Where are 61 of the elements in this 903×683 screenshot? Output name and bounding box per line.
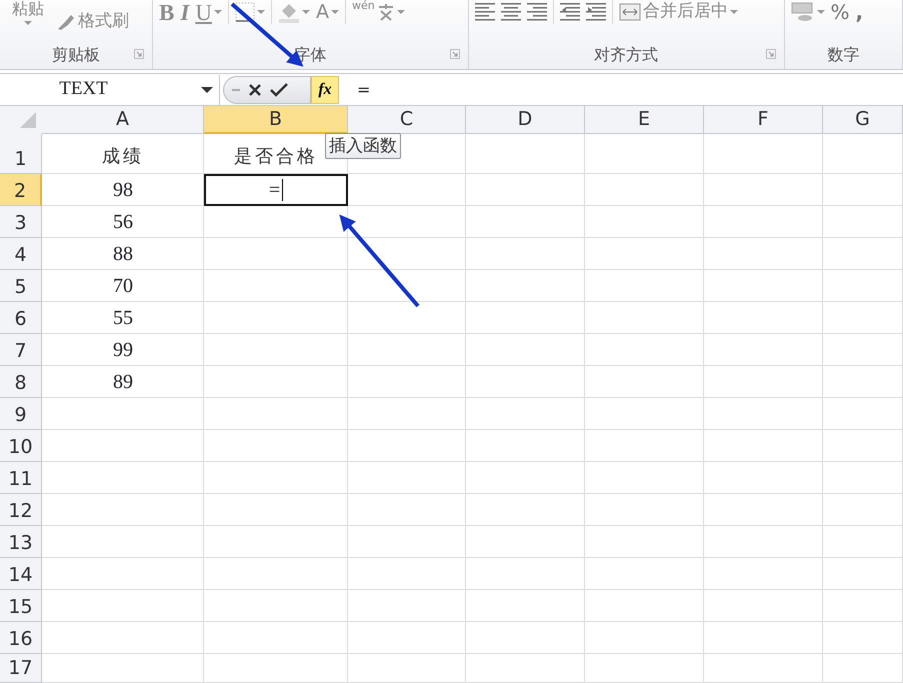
brush-icon: [56, 13, 76, 31]
percent-style-button[interactable]: %: [830, 0, 850, 24]
row-header[interactable]: 7: [0, 334, 42, 366]
row-header[interactable]: 8: [0, 366, 42, 398]
row-header[interactable]: 3: [0, 206, 42, 238]
row-header[interactable]: 5: [0, 270, 42, 302]
comma-style-button[interactable]: ,: [856, 0, 864, 24]
row-header[interactable]: 10: [0, 430, 42, 462]
insert-function-button[interactable]: fx: [311, 76, 339, 104]
tooltip: 插入函数: [325, 133, 401, 159]
name-box[interactable]: TEXT: [0, 74, 220, 104]
row-header[interactable]: 9: [0, 398, 42, 430]
column-header[interactable]: B: [204, 106, 348, 134]
row-header[interactable]: 17: [0, 654, 42, 683]
merge-cells-icon: [618, 3, 641, 21]
row-header[interactable]: 14: [0, 558, 42, 590]
row-header[interactable]: 15: [0, 590, 42, 622]
group-label: 对齐方式: [594, 44, 658, 66]
dialog-launcher-icon[interactable]: [450, 49, 460, 59]
row-header[interactable]: 12: [0, 494, 42, 526]
align-lines-icon: [474, 1, 495, 23]
row-header[interactable]: 1: [0, 134, 42, 174]
column-header[interactable]: C: [348, 106, 466, 134]
column-header[interactable]: D: [466, 106, 585, 134]
table-cell-text: 成绩: [102, 145, 144, 169]
column-header[interactable]: A: [42, 106, 204, 134]
indent-lines-icon: [560, 1, 580, 23]
table-cell-text: 是否合格: [234, 145, 318, 169]
table-cell-text: 70: [113, 274, 133, 299]
group-label: 数字: [827, 44, 860, 66]
align-lines-icon: [526, 1, 547, 23]
border-grid-icon: [234, 2, 255, 22]
group-label: 剪贴板: [52, 44, 100, 66]
dialog-launcher-icon[interactable]: [766, 49, 776, 59]
column-header[interactable]: F: [704, 106, 823, 134]
table-cell-text: 56: [113, 210, 133, 235]
table-cell-text: 89: [113, 370, 133, 395]
dialog-launcher-icon[interactable]: [134, 49, 144, 59]
row-header[interactable]: 6: [0, 302, 42, 334]
paint-bucket-icon: [278, 1, 300, 23]
row-header[interactable]: 16: [0, 622, 42, 654]
table-cell-text: 98: [113, 178, 133, 203]
table-cell-text: 99: [113, 338, 133, 363]
align-lines-icon: [500, 1, 521, 23]
row-header[interactable]: 2: [0, 174, 42, 206]
row-header[interactable]: 4: [0, 238, 42, 270]
active-cell[interactable]: =: [204, 174, 348, 206]
enter-check-icon[interactable]: [270, 82, 288, 96]
table-cell-text: 55: [113, 306, 133, 331]
formula-input[interactable]: =: [339, 78, 370, 102]
row-header[interactable]: 11: [0, 462, 42, 494]
dropdown-caret-icon[interactable]: [201, 86, 213, 94]
row-header[interactable]: 13: [0, 526, 42, 558]
column-header[interactable]: G: [823, 106, 903, 134]
column-header[interactable]: E: [585, 106, 704, 134]
cancel-icon[interactable]: [248, 82, 262, 96]
table-cell-text: 88: [113, 242, 133, 267]
number-format-button[interactable]: [790, 0, 824, 24]
borders-button[interactable]: [234, 0, 265, 24]
indent-lines-icon: [586, 1, 606, 23]
character-icon: [376, 3, 395, 21]
